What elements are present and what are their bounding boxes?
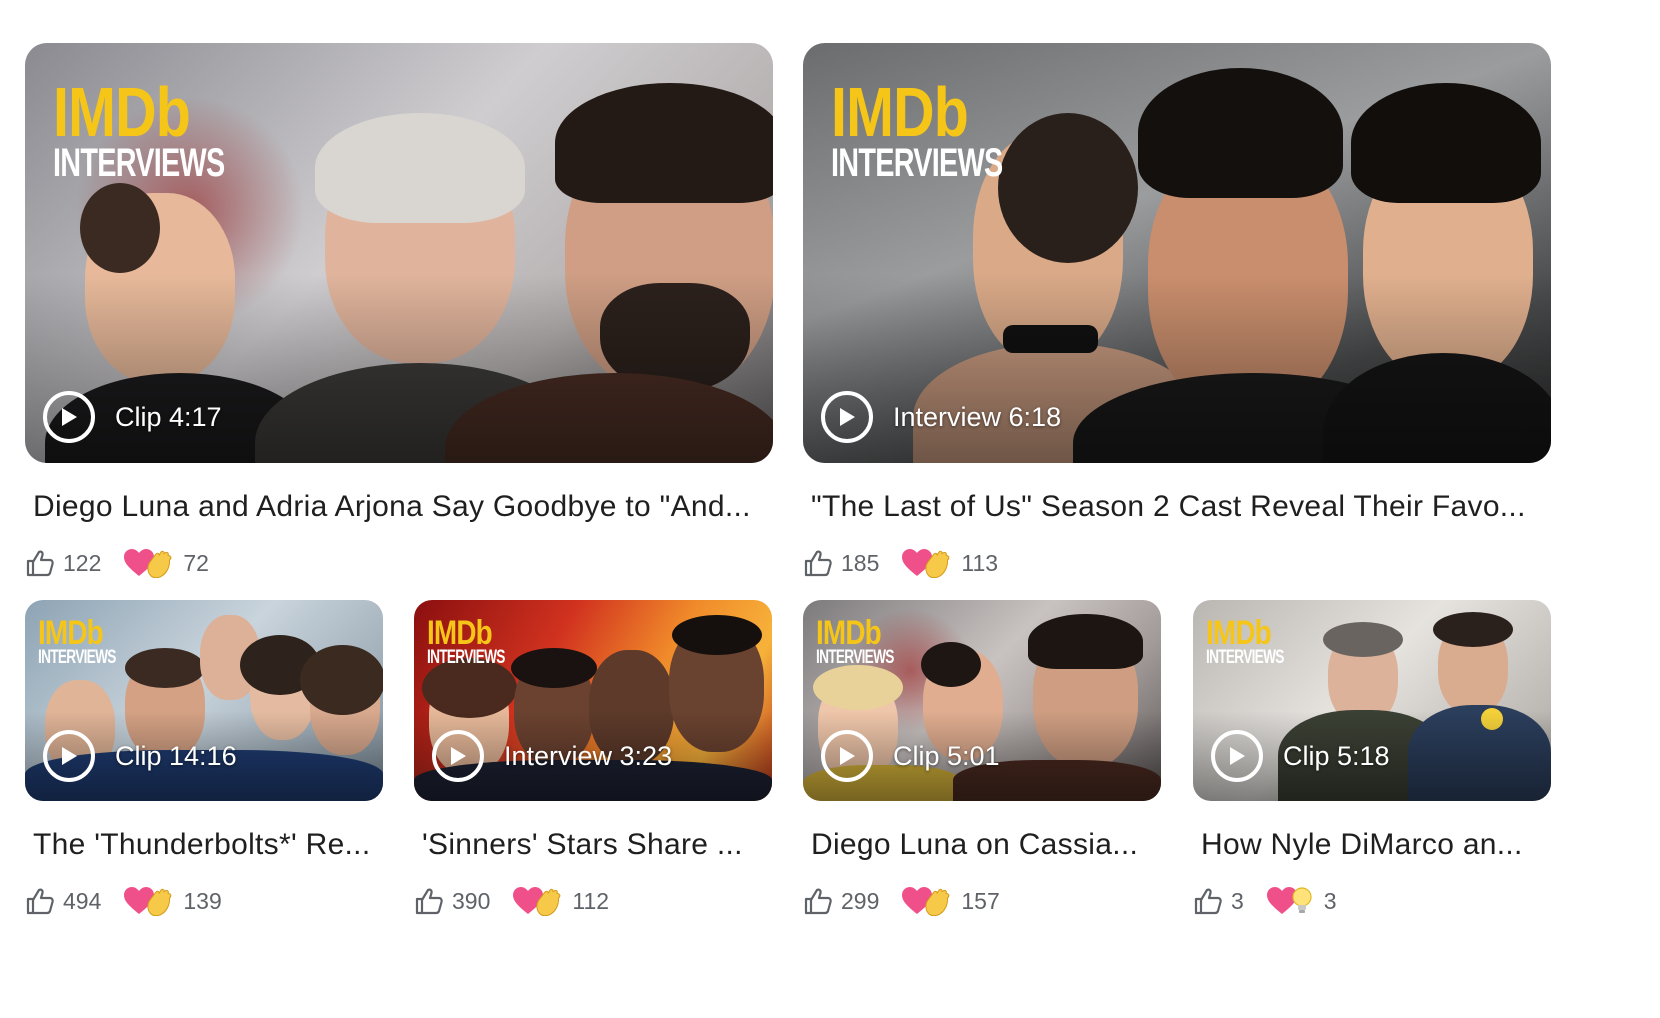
duration-label: Clip 14:16 bbox=[115, 740, 237, 771]
play-icon[interactable] bbox=[821, 391, 873, 443]
duration-label: Clip 5:18 bbox=[1283, 740, 1390, 771]
reaction-count: 72 bbox=[183, 549, 209, 576]
video-thumbnail[interactable]: IMDb INTERVIEWS Clip 5:01 bbox=[803, 600, 1161, 801]
video-stats: 299 157 bbox=[803, 886, 1000, 916]
video-title[interactable]: Diego Luna and Adria Arjona Say Goodbye … bbox=[33, 490, 773, 524]
reactions-button[interactable]: 139 bbox=[123, 886, 222, 916]
like-count: 494 bbox=[63, 887, 102, 914]
reactions-button[interactable]: 112 bbox=[512, 886, 609, 916]
like-button[interactable]: 122 bbox=[25, 549, 101, 577]
clapping-hands-icon bbox=[925, 550, 950, 578]
imdb-interviews-logo: IMDb INTERVIEWS bbox=[831, 73, 1003, 185]
reaction-count: 112 bbox=[572, 887, 610, 914]
like-count: 390 bbox=[452, 887, 491, 914]
clapping-hands-icon bbox=[147, 550, 172, 578]
video-thumbnail[interactable]: IMDb INTERVIEWS Clip 5:18 bbox=[1193, 600, 1551, 801]
video-title[interactable]: "The Last of Us" Season 2 Cast Reveal Th… bbox=[811, 490, 1551, 524]
reaction-count: 113 bbox=[961, 549, 999, 576]
thumbs-up-icon bbox=[26, 550, 54, 577]
like-count: 185 bbox=[841, 549, 880, 576]
duration-label: Interview 3:23 bbox=[504, 740, 673, 771]
video-thumbnail[interactable]: IMDb INTERVIEWS Clip 4:17 bbox=[25, 43, 773, 463]
play-icon[interactable] bbox=[43, 730, 95, 782]
clapping-hands-icon bbox=[536, 888, 561, 916]
imdb-interviews-logo: IMDb INTERVIEWS bbox=[427, 614, 505, 668]
clapping-hands-icon bbox=[147, 888, 172, 916]
thumbs-up-icon bbox=[804, 888, 832, 915]
thumbs-up-icon bbox=[26, 888, 54, 915]
video-title[interactable]: 'Sinners' Stars Share ... bbox=[422, 828, 772, 862]
reactions-button[interactable]: 3 bbox=[1266, 886, 1337, 916]
video-title[interactable]: The 'Thunderbolts*' Re... bbox=[33, 828, 383, 862]
lightbulb-icon bbox=[1292, 887, 1312, 913]
like-button[interactable]: 185 bbox=[803, 549, 879, 577]
like-button[interactable]: 3 bbox=[1193, 887, 1244, 915]
video-stats: 3 3 bbox=[1193, 886, 1337, 916]
video-title[interactable]: How Nyle DiMarco an... bbox=[1201, 828, 1551, 862]
reaction-count: 3 bbox=[1323, 887, 1337, 914]
duration-label: Interview 6:18 bbox=[893, 401, 1062, 432]
video-stats: 390 112 bbox=[414, 886, 609, 916]
thumbs-up-icon bbox=[415, 888, 443, 915]
play-icon[interactable] bbox=[821, 730, 873, 782]
reaction-count: 157 bbox=[961, 887, 1000, 914]
duration-label: Clip 5:01 bbox=[893, 740, 1000, 771]
reactions-button[interactable]: 113 bbox=[901, 548, 998, 578]
like-button[interactable]: 299 bbox=[803, 887, 879, 915]
imdb-interviews-logo: IMDb INTERVIEWS bbox=[1206, 614, 1284, 668]
imdb-interviews-logo: IMDb INTERVIEWS bbox=[38, 614, 116, 668]
video-stats: 494 139 bbox=[25, 886, 222, 916]
video-stats: 122 72 bbox=[25, 548, 209, 578]
reaction-count: 139 bbox=[183, 887, 222, 914]
reactions-button[interactable]: 157 bbox=[901, 886, 1000, 916]
imdb-interviews-logo: IMDb INTERVIEWS bbox=[816, 614, 894, 668]
video-thumbnail[interactable]: IMDb INTERVIEWS Clip 14:16 bbox=[25, 600, 383, 801]
video-thumbnail[interactable]: IMDb INTERVIEWS Interview 3:23 bbox=[414, 600, 772, 801]
play-icon[interactable] bbox=[43, 391, 95, 443]
like-count: 122 bbox=[63, 549, 102, 576]
like-button[interactable]: 494 bbox=[25, 887, 101, 915]
thumbs-up-icon bbox=[1194, 888, 1222, 915]
video-thumbnail[interactable]: IMDb INTERVIEWS Interview 6:18 bbox=[803, 43, 1551, 463]
clapping-hands-icon bbox=[925, 888, 950, 916]
like-count: 3 bbox=[1231, 887, 1244, 914]
imdb-interviews-logo: IMDb INTERVIEWS bbox=[53, 73, 225, 185]
play-icon[interactable] bbox=[1211, 730, 1263, 782]
thumbs-up-icon bbox=[804, 550, 832, 577]
like-button[interactable]: 390 bbox=[414, 887, 490, 915]
duration-label: Clip 4:17 bbox=[115, 401, 222, 432]
play-icon[interactable] bbox=[432, 730, 484, 782]
like-count: 299 bbox=[841, 887, 880, 914]
video-title[interactable]: Diego Luna on Cassia... bbox=[811, 828, 1161, 862]
reactions-button[interactable]: 72 bbox=[123, 548, 209, 578]
video-stats: 185 113 bbox=[803, 548, 998, 578]
